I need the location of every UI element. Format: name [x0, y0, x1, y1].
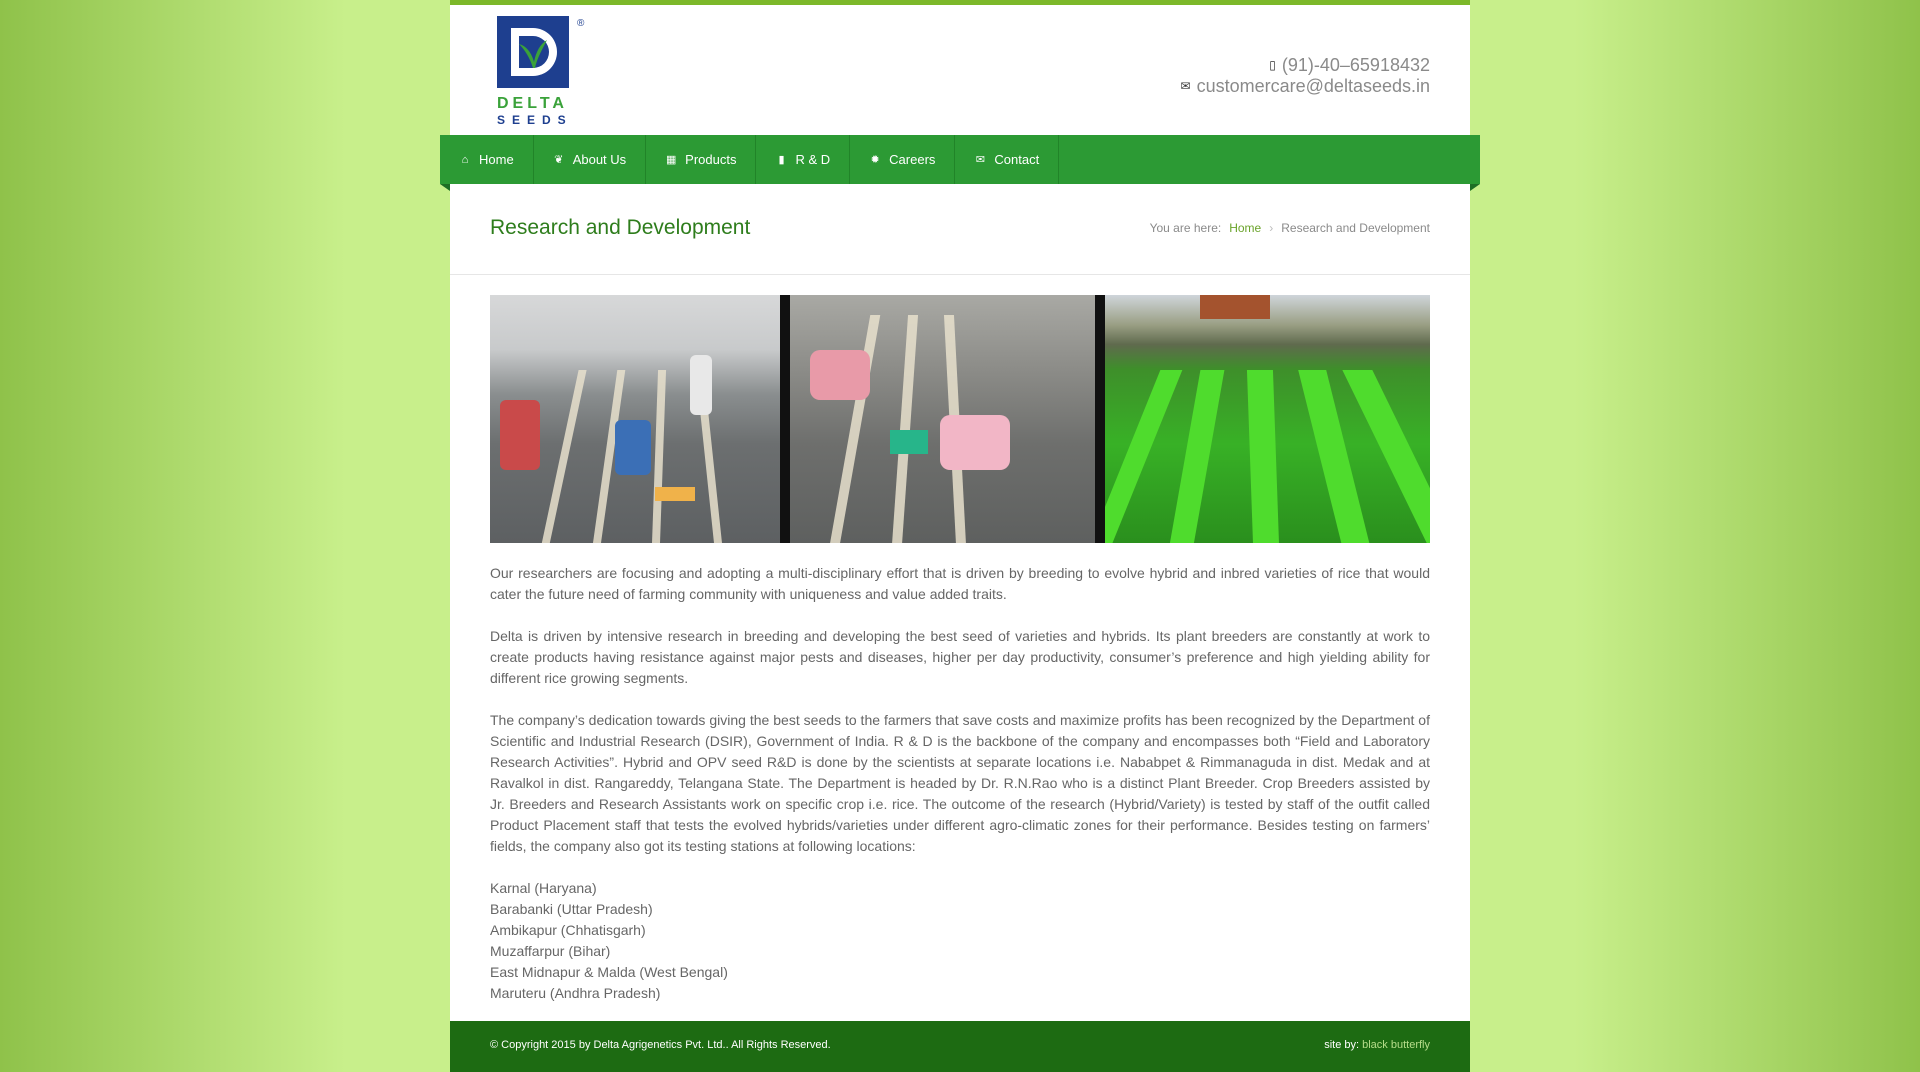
envelope-icon: ✉: [1180, 79, 1191, 93]
nav-item-about-us[interactable]: ❦ About Us: [534, 135, 647, 184]
page-content: Our researchers are focusing and adoptin…: [490, 563, 1430, 1004]
nav-label-home: Home: [479, 152, 514, 167]
banner-photo-rice-seedlings: [1105, 295, 1430, 543]
phone-row: ▯ (91)-40–65918432: [1181, 55, 1430, 76]
book-icon: ▮: [778, 154, 785, 166]
delta-seeds-logo[interactable]: ® DELTA SEEDS: [497, 16, 589, 127]
banner-photo-transplanting: [790, 295, 1095, 543]
leaf-icon: ❦: [554, 154, 564, 166]
nav-item-r-and-d[interactable]: ▮ R & D: [756, 135, 851, 184]
breadcrumb-prefix: You are here:: [1149, 221, 1222, 235]
list-item: Muzaffarpur (Bihar): [490, 943, 611, 959]
header-contact: ▯ (91)-40–65918432 ✉ customercare@deltas…: [1181, 55, 1430, 97]
title-bar: Research and Development You are here: H…: [450, 184, 1470, 275]
site-credit: site by: black butterfly: [1324, 1039, 1430, 1051]
site-credit-link[interactable]: black butterfly: [1362, 1039, 1430, 1051]
list-item: Maruteru (Andhra Pradesh): [490, 985, 661, 1001]
grid-icon: ▦: [665, 154, 677, 166]
logo-text-delta: DELTA: [497, 95, 568, 112]
list-item: Karnal (Haryana): [490, 880, 597, 896]
nav-item-careers[interactable]: ✹ Careers: [850, 135, 956, 184]
breadcrumb: You are here: Home › Research and Develo…: [1150, 221, 1430, 235]
nav-item-home[interactable]: ⌂ Home: [440, 135, 534, 184]
nav-item-contact[interactable]: ✉ Contact: [955, 135, 1060, 184]
list-item: Barabanki (Uttar Pradesh): [490, 901, 653, 917]
breadcrumb-separator-icon: ›: [1269, 221, 1274, 235]
nav-label-careers: Careers: [889, 152, 936, 167]
top-accent-bar: [450, 0, 1470, 5]
research-paragraph: Delta is driven by intensive research in…: [490, 628, 1430, 686]
email-address[interactable]: customercare@deltaseeds.in: [1197, 76, 1430, 97]
banner-photo-field-workers: [490, 295, 780, 543]
footer: © Copyright 2015 by Delta Agrigenetics P…: [450, 1021, 1470, 1072]
testing-locations-list: Karnal (Haryana) Barabanki (Uttar Prades…: [490, 878, 1430, 1004]
nav-label-products: Products: [685, 152, 737, 167]
nav-label-r-and-d: R & D: [795, 152, 831, 167]
home-icon: ⌂: [461, 153, 469, 166]
site-by-label: site by:: [1324, 1039, 1360, 1051]
intro-paragraph: Our researchers are focusing and adoptin…: [490, 565, 1430, 602]
page-title: Research and Development: [490, 216, 751, 239]
nav-item-products[interactable]: ▦ Products: [646, 135, 757, 184]
breadcrumb-home-link[interactable]: Home: [1229, 221, 1261, 235]
breadcrumb-current: Research and Development: [1281, 221, 1430, 235]
mobile-phone-icon: ▯: [1269, 58, 1276, 72]
research-banner-image: [490, 295, 1430, 543]
email-row: ✉ customercare@deltaseeds.in: [1181, 76, 1430, 97]
list-item: Ambikapur (Chhatisgarh): [490, 922, 646, 938]
dedication-paragraph: The company’s dedication towards giving …: [490, 712, 1430, 854]
list-item: East Midnapur & Malda (West Bengal): [490, 964, 728, 980]
main-navigation: ⌂ Home ❦ About Us ▦ Products ▮ R & D ✹ C…: [440, 135, 1480, 191]
logo-text-seeds: SEEDS: [497, 113, 573, 126]
mail-icon: ✉: [975, 154, 986, 166]
logo-graphic: ® DELTA SEEDS: [497, 16, 585, 127]
nav-label-about-us: About Us: [572, 152, 627, 167]
gear-icon: ✹: [870, 154, 880, 166]
copyright-text: © Copyright 2015 by Delta Agrigenetics P…: [490, 1039, 831, 1051]
phone-number[interactable]: (91)-40–65918432: [1282, 55, 1430, 76]
nav-label-contact: Contact: [994, 152, 1040, 167]
registered-mark: ®: [577, 18, 585, 29]
